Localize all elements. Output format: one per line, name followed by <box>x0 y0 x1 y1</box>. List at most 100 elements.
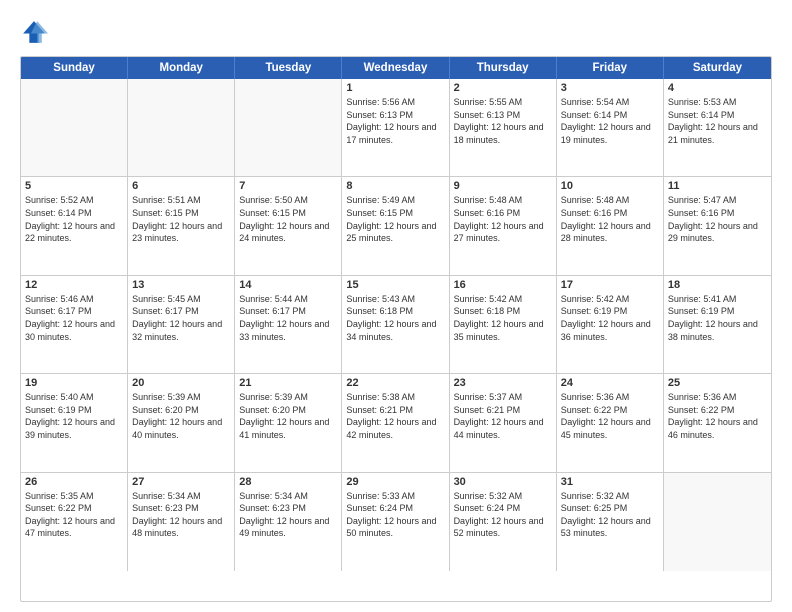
cell-info: Sunrise: 5:41 AMSunset: 6:19 PMDaylight:… <box>668 293 767 343</box>
calendar-cell <box>21 79 128 176</box>
cell-info: Sunrise: 5:36 AMSunset: 6:22 PMDaylight:… <box>561 391 659 441</box>
cell-info: Sunrise: 5:42 AMSunset: 6:19 PMDaylight:… <box>561 293 659 343</box>
cell-info: Sunrise: 5:53 AMSunset: 6:14 PMDaylight:… <box>668 96 767 146</box>
calendar-cell: 29 Sunrise: 5:33 AMSunset: 6:24 PMDayligh… <box>342 473 449 571</box>
calendar-row-2: 12 Sunrise: 5:46 AMSunset: 6:17 PMDayligh… <box>21 276 771 374</box>
day-number: 5 <box>25 180 123 192</box>
day-number: 13 <box>132 279 230 291</box>
day-number: 18 <box>668 279 767 291</box>
day-number: 29 <box>346 476 444 488</box>
calendar-cell: 23 Sunrise: 5:37 AMSunset: 6:21 PMDayligh… <box>450 374 557 471</box>
calendar-row-3: 19Sunrise: 5:40 AMSunset: 6:19 PMDayligh… <box>21 374 771 472</box>
calendar-cell: 10 Sunrise: 5:48 AMSunset: 6:16 PMDayligh… <box>557 177 664 274</box>
cell-info: Sunrise: 5:44 AMSunset: 6:17 PMDaylight:… <box>239 293 337 343</box>
calendar-cell: 28Sunrise: 5:34 AMSunset: 6:23 PMDayligh… <box>235 473 342 571</box>
day-header-sunday: Sunday <box>21 57 128 79</box>
day-number: 23 <box>454 377 552 389</box>
calendar-cell <box>128 79 235 176</box>
cell-info: Sunrise: 5:50 AMSunset: 6:15 PMDaylight:… <box>239 194 337 244</box>
calendar-cell: 15 Sunrise: 5:43 AMSunset: 6:18 PMDayligh… <box>342 276 449 373</box>
cell-info: Sunrise: 5:32 AMSunset: 6:25 PMDaylight:… <box>561 490 659 540</box>
day-number: 1 <box>346 82 444 94</box>
calendar-cell: 12 Sunrise: 5:46 AMSunset: 6:17 PMDayligh… <box>21 276 128 373</box>
day-number: 17 <box>561 279 659 291</box>
cell-info: Sunrise: 5:46 AMSunset: 6:17 PMDaylight:… <box>25 293 123 343</box>
cell-info: Sunrise: 5:48 AMSunset: 6:16 PMDaylight:… <box>561 194 659 244</box>
cell-info: Sunrise: 5:36 AMSunset: 6:22 PMDaylight:… <box>668 391 767 441</box>
day-number: 8 <box>346 180 444 192</box>
day-number: 11 <box>668 180 767 192</box>
day-number: 21 <box>239 377 337 389</box>
cell-info: Sunrise: 5:34 AMSunset: 6:23 PMDaylight:… <box>132 490 230 540</box>
day-number: 19 <box>25 377 123 389</box>
day-number: 20 <box>132 377 230 389</box>
calendar: SundayMondayTuesdayWednesdayThursdayFrid… <box>20 56 772 602</box>
calendar-cell: 11 Sunrise: 5:47 AMSunset: 6:16 PMDayligh… <box>664 177 771 274</box>
calendar-cell: 27 Sunrise: 5:34 AMSunset: 6:23 PMDayligh… <box>128 473 235 571</box>
day-header-wednesday: Wednesday <box>342 57 449 79</box>
day-number: 14 <box>239 279 337 291</box>
logo <box>20 18 52 46</box>
cell-info: Sunrise: 5:47 AMSunset: 6:16 PMDaylight:… <box>668 194 767 244</box>
calendar-cell: 6Sunrise: 5:51 AMSunset: 6:15 PMDaylight… <box>128 177 235 274</box>
cell-info: Sunrise: 5:56 AMSunset: 6:13 PMDaylight:… <box>346 96 444 146</box>
calendar-cell: 14 Sunrise: 5:44 AMSunset: 6:17 PMDayligh… <box>235 276 342 373</box>
calendar-header: SundayMondayTuesdayWednesdayThursdayFrid… <box>21 57 771 79</box>
cell-info: Sunrise: 5:35 AMSunset: 6:22 PMDaylight:… <box>25 490 123 540</box>
cell-info: Sunrise: 5:54 AMSunset: 6:14 PMDaylight:… <box>561 96 659 146</box>
calendar-cell: 5 Sunrise: 5:52 AMSunset: 6:14 PMDaylight… <box>21 177 128 274</box>
calendar-cell: 31Sunrise: 5:32 AMSunset: 6:25 PMDayligh… <box>557 473 664 571</box>
cell-info: Sunrise: 5:43 AMSunset: 6:18 PMDaylight:… <box>346 293 444 343</box>
calendar-row-4: 26 Sunrise: 5:35 AMSunset: 6:22 PMDayligh… <box>21 473 771 571</box>
calendar-row-1: 5 Sunrise: 5:52 AMSunset: 6:14 PMDaylight… <box>21 177 771 275</box>
header <box>20 18 772 46</box>
calendar-cell: 22 Sunrise: 5:38 AMSunset: 6:21 PMDayligh… <box>342 374 449 471</box>
calendar-cell: 3 Sunrise: 5:54 AMSunset: 6:14 PMDaylight… <box>557 79 664 176</box>
day-number: 7 <box>239 180 337 192</box>
day-number: 4 <box>668 82 767 94</box>
day-number: 2 <box>454 82 552 94</box>
calendar-cell: 4 Sunrise: 5:53 AMSunset: 6:14 PMDaylight… <box>664 79 771 176</box>
day-number: 10 <box>561 180 659 192</box>
calendar-row-0: 1 Sunrise: 5:56 AMSunset: 6:13 PMDaylight… <box>21 79 771 177</box>
calendar-cell: 7 Sunrise: 5:50 AMSunset: 6:15 PMDaylight… <box>235 177 342 274</box>
cell-info: Sunrise: 5:52 AMSunset: 6:14 PMDaylight:… <box>25 194 123 244</box>
day-number: 16 <box>454 279 552 291</box>
calendar-cell: 2 Sunrise: 5:55 AMSunset: 6:13 PMDaylight… <box>450 79 557 176</box>
day-header-saturday: Saturday <box>664 57 771 79</box>
calendar-cell: 16 Sunrise: 5:42 AMSunset: 6:18 PMDayligh… <box>450 276 557 373</box>
day-number: 26 <box>25 476 123 488</box>
cell-info: Sunrise: 5:32 AMSunset: 6:24 PMDaylight:… <box>454 490 552 540</box>
calendar-cell: 21Sunrise: 5:39 AMSunset: 6:20 PMDayligh… <box>235 374 342 471</box>
calendar-cell: 26 Sunrise: 5:35 AMSunset: 6:22 PMDayligh… <box>21 473 128 571</box>
calendar-cell: 30 Sunrise: 5:32 AMSunset: 6:24 PMDayligh… <box>450 473 557 571</box>
cell-info: Sunrise: 5:33 AMSunset: 6:24 PMDaylight:… <box>346 490 444 540</box>
cell-info: Sunrise: 5:42 AMSunset: 6:18 PMDaylight:… <box>454 293 552 343</box>
day-number: 12 <box>25 279 123 291</box>
day-number: 3 <box>561 82 659 94</box>
calendar-cell: 19Sunrise: 5:40 AMSunset: 6:19 PMDayligh… <box>21 374 128 471</box>
calendar-cell: 1 Sunrise: 5:56 AMSunset: 6:13 PMDaylight… <box>342 79 449 176</box>
day-number: 9 <box>454 180 552 192</box>
cell-info: Sunrise: 5:38 AMSunset: 6:21 PMDaylight:… <box>346 391 444 441</box>
page: SundayMondayTuesdayWednesdayThursdayFrid… <box>0 0 792 612</box>
calendar-cell: 13Sunrise: 5:45 AMSunset: 6:17 PMDayligh… <box>128 276 235 373</box>
calendar-cell: 18 Sunrise: 5:41 AMSunset: 6:19 PMDayligh… <box>664 276 771 373</box>
day-number: 24 <box>561 377 659 389</box>
cell-info: Sunrise: 5:39 AMSunset: 6:20 PMDaylight:… <box>132 391 230 441</box>
day-number: 27 <box>132 476 230 488</box>
calendar-cell: 8 Sunrise: 5:49 AMSunset: 6:15 PMDaylight… <box>342 177 449 274</box>
calendar-cell: 9Sunrise: 5:48 AMSunset: 6:16 PMDaylight… <box>450 177 557 274</box>
calendar-cell: 24 Sunrise: 5:36 AMSunset: 6:22 PMDayligh… <box>557 374 664 471</box>
day-number: 25 <box>668 377 767 389</box>
cell-info: Sunrise: 5:34 AMSunset: 6:23 PMDaylight:… <box>239 490 337 540</box>
calendar-cell <box>664 473 771 571</box>
day-number: 15 <box>346 279 444 291</box>
day-number: 22 <box>346 377 444 389</box>
day-number: 6 <box>132 180 230 192</box>
cell-info: Sunrise: 5:49 AMSunset: 6:15 PMDaylight:… <box>346 194 444 244</box>
cell-info: Sunrise: 5:55 AMSunset: 6:13 PMDaylight:… <box>454 96 552 146</box>
cell-info: Sunrise: 5:37 AMSunset: 6:21 PMDaylight:… <box>454 391 552 441</box>
day-header-tuesday: Tuesday <box>235 57 342 79</box>
day-number: 30 <box>454 476 552 488</box>
